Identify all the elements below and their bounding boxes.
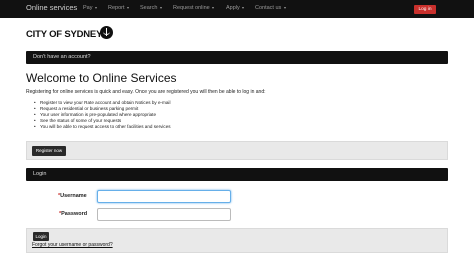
nav-search-label: Search — [140, 5, 158, 11]
intro-text: Registering for online services is quick… — [26, 89, 266, 95]
username-label: *Username — [58, 193, 87, 199]
nav-pay-label: Pay — [83, 5, 93, 11]
login-button[interactable]: Login — [33, 232, 49, 241]
username-input[interactable] — [97, 190, 231, 203]
brand-link[interactable]: Online services — [26, 3, 77, 12]
password-input[interactable] — [97, 208, 231, 221]
nav-report-label: Report — [108, 5, 125, 11]
nav-request-online-label: Request online — [173, 5, 210, 11]
chevron-down-icon — [95, 6, 98, 9]
nav-contact-us-label: Contact us — [255, 5, 282, 11]
chevron-down-icon — [212, 6, 215, 9]
password-label: *Password — [59, 211, 87, 217]
register-well: Register now — [26, 141, 448, 160]
nav-apply-label: Apply — [226, 5, 240, 11]
register-now-button[interactable]: Register now — [32, 146, 66, 156]
chevron-down-icon — [159, 6, 162, 9]
logo-emblem-icon — [100, 26, 113, 39]
nav-request-online[interactable]: Request online — [173, 5, 215, 11]
login-panel-header: Login — [26, 168, 448, 181]
nav-apply[interactable]: Apply — [226, 5, 245, 11]
login-actions-well: Login — [26, 228, 448, 253]
nav-report[interactable]: Report — [108, 5, 130, 11]
nav-search[interactable]: Search — [140, 5, 162, 11]
chevron-down-icon — [242, 6, 245, 9]
nav-contact-us[interactable]: Contact us — [255, 5, 286, 11]
chevron-down-icon — [283, 6, 286, 9]
password-label-text: Password — [61, 211, 88, 217]
page-title: Welcome to Online Services — [26, 71, 177, 85]
city-of-sydney-logo[interactable]: CITY OF SYDNEY — [26, 29, 102, 40]
top-navbar: Online services Pay Report Search Reques… — [0, 0, 474, 18]
nav-pay[interactable]: Pay — [83, 5, 98, 11]
username-label-text: Username — [60, 193, 87, 199]
benefits-list: Register to view your Rate account and o… — [34, 100, 171, 131]
chevron-down-icon — [127, 6, 130, 9]
no-account-bar: Don't have an account? — [26, 51, 448, 64]
list-item: You will be able to request access to ot… — [34, 124, 171, 130]
login-button-top[interactable]: Log in — [414, 5, 436, 14]
forgot-credentials-link[interactable]: Forgot your username or password? — [32, 242, 113, 248]
